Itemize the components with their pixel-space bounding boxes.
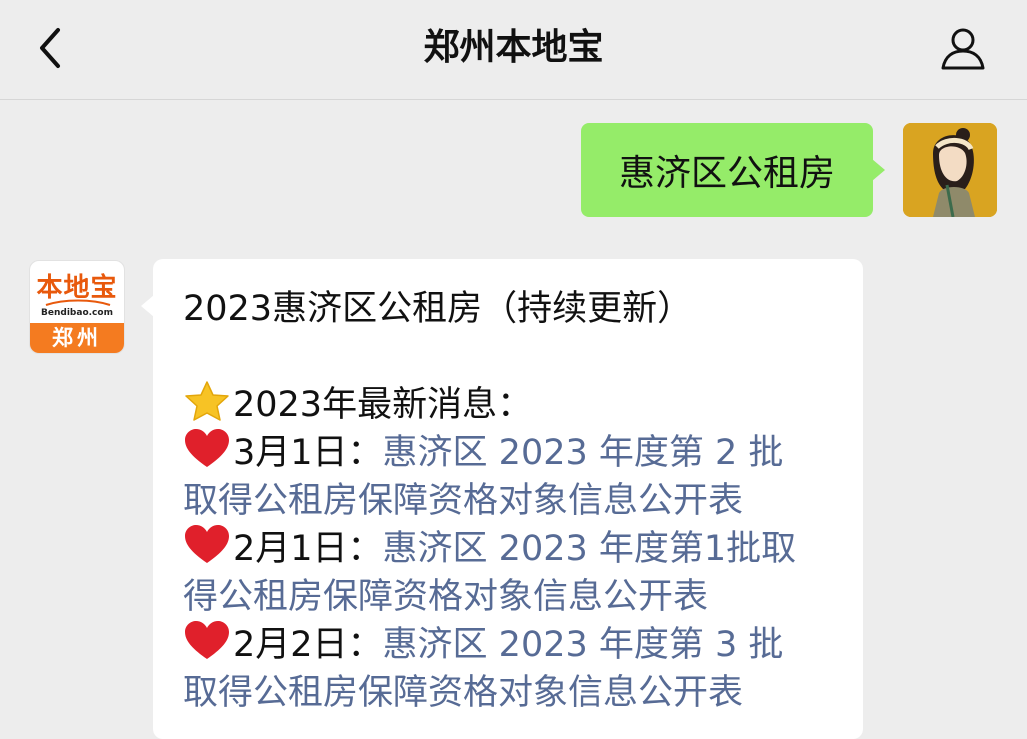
news-item-link[interactable]: 惠济区 2023 年度第1批取 xyxy=(383,529,797,569)
profile-button[interactable] xyxy=(939,24,987,72)
red-heart-emoji-icon xyxy=(185,621,229,659)
star-emoji-icon xyxy=(185,381,229,421)
outgoing-message-text: 惠济区公租房 xyxy=(618,153,835,194)
user-avatar[interactable] xyxy=(903,123,997,217)
nav-bar: 郑州本地宝 xyxy=(0,0,1027,100)
news-item-link-continued[interactable]: 取得公租房保障资格对象信息公开表 xyxy=(183,477,833,525)
news-item-date: 2月1日： xyxy=(233,529,383,569)
page-title: 郑州本地宝 xyxy=(423,27,604,68)
news-item-3: 2月2日：惠济区 2023 年度第 3 批 xyxy=(183,621,833,669)
news-item-link-continued[interactable]: 取得公租房保障资格对象信息公开表 xyxy=(183,669,833,717)
section-heading: 2023年最新消息： xyxy=(183,381,833,429)
message-title: 2023惠济区公租房（持续更新） xyxy=(183,289,693,329)
news-item-2: 2月1日：惠济区 2023 年度第1批取 xyxy=(183,525,833,573)
logo-swoosh xyxy=(45,299,111,306)
news-item-link[interactable]: 惠济区 2023 年度第 3 批 xyxy=(383,625,784,665)
bot-avatar[interactable]: 本地宝 Bendibao.com 郑州 xyxy=(29,260,125,354)
news-item-date: 2月2日： xyxy=(233,625,383,665)
section-heading-text: 2023年最新消息： xyxy=(233,385,533,425)
outgoing-message-bubble[interactable]: 惠济区公租房 xyxy=(581,123,885,217)
bot-avatar-subtitle: Bendibao.com xyxy=(41,308,113,318)
red-heart-emoji-icon xyxy=(185,429,229,467)
incoming-message-bubble: 2023惠济区公租房（持续更新） 2023年最新消息： 3月1日：惠济区 202… xyxy=(141,259,863,739)
news-item-link[interactable]: 惠济区 2023 年度第 2 批 xyxy=(383,433,784,473)
news-item-1: 3月1日：惠济区 2023 年度第 2 批 xyxy=(183,429,833,477)
red-heart-emoji-icon xyxy=(185,525,229,563)
news-item-date: 3月1日： xyxy=(233,433,383,473)
news-item-link-continued[interactable]: 得公租房保障资格对象信息公开表 xyxy=(183,573,833,621)
person-icon xyxy=(941,28,985,70)
user-avatar-illustration xyxy=(903,123,997,217)
bot-avatar-city: 郑州 xyxy=(30,323,124,353)
